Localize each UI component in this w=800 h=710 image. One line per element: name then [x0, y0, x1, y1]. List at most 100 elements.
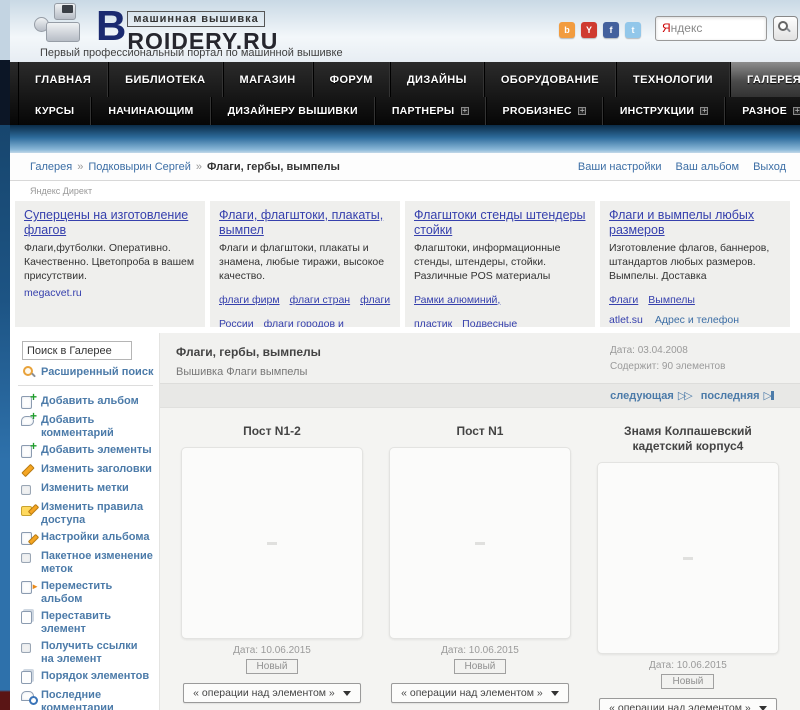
logout-link[interactable]: Выход — [753, 161, 786, 173]
nav-item-probiznes[interactable]: PROБИЗНЕС — [485, 97, 603, 125]
item-date: Дата: 10.06.2015 — [441, 645, 519, 656]
sidebar-action-item-order[interactable]: Порядок элементов — [10, 668, 159, 687]
main-area: Расширенный поиск Добавить альбом Добави… — [10, 333, 800, 710]
nav-item-kursy[interactable]: КУРСЫ — [18, 97, 92, 125]
pagination-last-link[interactable]: последняя — [701, 390, 760, 402]
ad-text: Флаги и флагштоки, плакаты и знамена, лю… — [219, 242, 385, 282]
sidebar-divider — [18, 385, 153, 386]
ad-domain-link[interactable]: atlet.su — [609, 314, 643, 326]
nav-item-oborudovanie[interactable]: ОБОРУДОВАНИЕ — [483, 62, 617, 97]
album-settings-icon — [20, 531, 35, 546]
chevron-down-icon — [758, 705, 767, 710]
nav-item-dizayneru-vyshivki[interactable]: ДИЗАЙНЕРУ ВЫШИВКИ — [210, 97, 375, 125]
main-navigation: ГЛАВНАЯ БИБЛИОТЕКА МАГАЗИН ФОРУМ ДИЗАЙНЫ… — [10, 62, 800, 125]
album-header: Флаги, гербы, вымпелы Вышивка Флаги вымп… — [160, 333, 800, 383]
arrow-bar-icon[interactable]: ▷ — [764, 389, 780, 402]
ad-sublink[interactable]: флаги фирм — [219, 294, 280, 306]
blog-icon[interactable]: b — [559, 22, 575, 38]
gallery-content: Флаги, гербы, вымпелы Вышивка Флаги вымп… — [160, 333, 800, 710]
youtube-icon[interactable]: Y — [581, 22, 597, 38]
new-badge: Новый — [453, 659, 507, 674]
ad-title-link[interactable]: Флаги, флагштоки, плакаты, вымпел — [219, 208, 391, 238]
nav-item-instruktsii[interactable]: ИНСТРУКЦИИ — [602, 97, 726, 125]
get-links-icon — [20, 640, 35, 655]
ad-contact-link[interactable]: Адрес и телефон — [655, 314, 739, 326]
user-settings-link[interactable]: Ваши настройки — [578, 161, 662, 173]
twitter-icon[interactable]: t — [625, 22, 641, 38]
breadcrumb-galereya[interactable]: Галерея — [30, 161, 72, 173]
ad-item: Флагштоки стенды штендеры стойки Флагшто… — [405, 201, 595, 327]
ad-sublink[interactable]: флаги стран — [290, 294, 351, 306]
advanced-search-label: Расширенный поиск — [41, 366, 154, 378]
item-thumbnail[interactable] — [388, 447, 571, 639]
page-edge-strip — [0, 0, 10, 710]
site-header: B машинная вышивка ROIDERY.RU Первый про… — [10, 0, 800, 62]
sidebar-action-edit-tags[interactable]: Изменить метки — [10, 480, 159, 499]
ad-item: Флаги, флагштоки, плакаты, вымпел Флаги … — [210, 201, 400, 327]
sidebar-action-recent-comments[interactable]: Последние комментарии — [10, 687, 159, 710]
sidebar-action-move-album[interactable]: Переместить альбом — [10, 578, 159, 608]
social-links: b Y f t — [559, 22, 641, 38]
ad-title-link[interactable]: Суперцены на изготовление флагов — [24, 208, 196, 238]
item-title[interactable]: Пост N1-2 — [168, 424, 376, 439]
sidebar-action-add-comment[interactable]: Добавить комментарий — [10, 410, 159, 442]
nav-item-magazin[interactable]: МАГАЗИН — [222, 62, 313, 97]
ad-item: Суперцены на изготовление флагов Флаги,ф… — [15, 201, 205, 327]
magnifier-icon — [22, 365, 36, 379]
item-title[interactable]: Пост N1 — [376, 424, 584, 439]
dropdown-indicator-icon — [793, 107, 800, 115]
nav-item-partnery[interactable]: ПАРТНЕРЫ — [374, 97, 486, 125]
nav-row-1: ГЛАВНАЯ БИБЛИОТЕКА МАГАЗИН ФОРУМ ДИЗАЙНЫ… — [10, 62, 800, 97]
gallery-items: Пост N1-2 Дата: 10.06.2015 Новый « опера… — [160, 424, 800, 710]
gallery-search-input[interactable] — [22, 341, 132, 360]
item-order-icon — [20, 670, 35, 685]
item-title[interactable]: Знамя Колпашевский кадетский корпус4 — [584, 424, 792, 454]
item-operations-dropdown[interactable]: « операции над элементом » — [183, 683, 361, 703]
advanced-search-link[interactable]: Расширенный поиск — [22, 365, 159, 379]
ad-domain-link[interactable]: megacvet.ru — [24, 287, 82, 299]
sidebar-action-album-settings[interactable]: Настройки альбома — [10, 529, 159, 548]
ad-sublink[interactable]: Флаги — [609, 294, 638, 306]
ad-text: Флагштоки, информационные стенды, штенде… — [414, 242, 561, 282]
nav-item-nachinayushchim[interactable]: НАЧИНАЮЩИМ — [91, 97, 211, 125]
nav-item-forum[interactable]: ФОРУМ — [312, 62, 390, 97]
sidebar-action-edit-titles[interactable]: Изменить заголовки — [10, 461, 159, 480]
nav-item-glavnaya[interactable]: ГЛАВНАЯ — [18, 62, 109, 97]
sidebar-action-reorder-item[interactable]: Переставить элемент — [10, 608, 159, 638]
album-date: Дата: 03.04.2008 — [610, 345, 688, 356]
ad-title-link[interactable]: Флагштоки стенды штендеры стойки — [414, 208, 586, 238]
user-links: Ваши настройки Ваш альбом Выход — [578, 161, 786, 173]
ad-sublink[interactable]: Вымпелы — [648, 294, 695, 306]
nav-item-raznoe[interactable]: РАЗНОЕ — [725, 97, 800, 125]
nav-item-dizayny[interactable]: ДИЗАЙНЫ — [389, 62, 484, 97]
comment-add-icon — [20, 410, 37, 429]
sidebar-action-edit-access[interactable]: Изменить правила доступа — [10, 499, 159, 529]
album-meta: Дата: 03.04.2008 Содержит: 90 элементов — [610, 343, 725, 375]
search-button[interactable] — [773, 16, 798, 41]
ad-title-link[interactable]: Флаги и вымпелы любых размеров — [609, 208, 781, 238]
breadcrumb-author[interactable]: Подковырин Сергей — [88, 161, 191, 173]
sidebar-action-get-links[interactable]: Получить ссылки на элемент — [10, 638, 159, 668]
sidebar-action-batch-tags[interactable]: Пакетное изменение меток — [10, 548, 159, 578]
nav-row-2: КУРСЫ НАЧИНАЮЩИМ ДИЗАЙНЕРУ ВЫШИВКИ ПАРТН… — [10, 97, 800, 125]
item-thumbnail[interactable] — [596, 462, 779, 654]
sidebar-action-add-items[interactable]: Добавить элементы — [10, 440, 159, 461]
nav-item-galereya[interactable]: ГАЛЕРЕЯ — [729, 62, 800, 97]
item-operations-dropdown[interactable]: « операции над элементом » — [391, 683, 569, 703]
search-placeholder-first: Я — [662, 21, 671, 35]
item-thumbnail[interactable] — [180, 447, 363, 639]
move-album-icon — [20, 580, 39, 595]
dropdown-indicator-icon — [700, 107, 709, 115]
nav-item-tekhnologii[interactable]: ТЕХНОЛОГИИ — [616, 62, 730, 97]
page: B машинная вышивка ROIDERY.RU Первый про… — [0, 0, 800, 710]
user-album-link[interactable]: Ваш альбом — [675, 161, 739, 173]
yandex-search-input[interactable]: Яндекс — [655, 16, 767, 41]
site-tagline: Первый профессиональный портал по машинн… — [40, 47, 343, 59]
pagination-next-link[interactable]: следующая — [610, 390, 674, 402]
search-icon — [777, 20, 791, 34]
nav-item-biblioteka[interactable]: БИБЛИОТЕКА — [108, 62, 223, 97]
facebook-icon[interactable]: f — [603, 22, 619, 38]
edit-titles-icon — [20, 463, 35, 478]
double-arrow-icon[interactable]: ▷▷ — [678, 389, 693, 402]
item-operations-dropdown[interactable]: « операции над элементом » — [599, 698, 777, 710]
